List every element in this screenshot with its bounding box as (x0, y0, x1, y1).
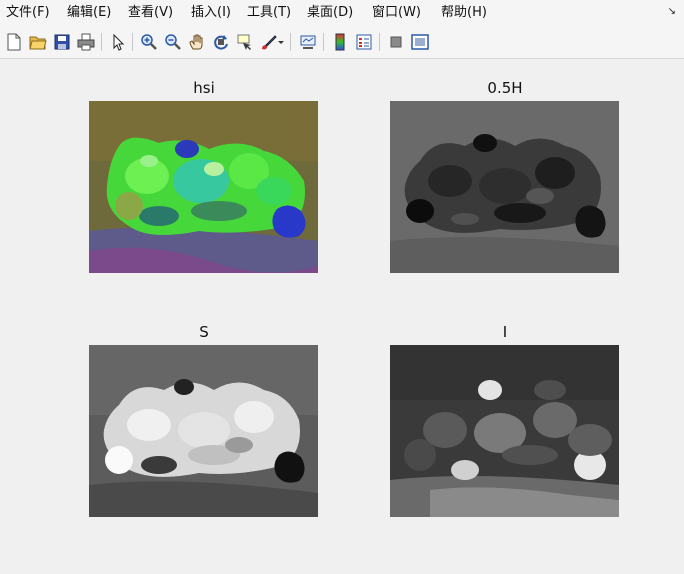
hide-plot-tools-icon[interactable] (385, 31, 407, 53)
show-plot-tools-icon[interactable] (409, 31, 431, 53)
hue-half-image (390, 101, 619, 273)
figure-canvas: hsi 0.5H S I (0, 59, 684, 574)
corner-arrow-icon[interactable]: ↘ (668, 7, 676, 17)
menu-window[interactable]: 窗口(W) (372, 5, 421, 21)
menu-help[interactable]: 帮助(H) (441, 5, 487, 21)
menu-insert[interactable]: 插入(I) (191, 5, 231, 21)
zoom-in-icon[interactable] (138, 31, 160, 53)
toolbar-separator (323, 33, 324, 51)
edit-plot-arrow-icon[interactable] (107, 31, 129, 53)
chevron-down-icon[interactable] (276, 31, 286, 53)
figure-toolbar (0, 26, 684, 59)
toolbar-separator (132, 33, 133, 51)
new-figure-icon[interactable] (3, 31, 25, 53)
menu-view[interactable]: 查看(V) (128, 5, 173, 21)
menu-bar: 文件(F) 编辑(E) 查看(V) 插入(I) 工具(T) 桌面(D) 窗口(W… (0, 0, 684, 26)
colorbar-icon[interactable] (329, 31, 351, 53)
data-cursor-icon[interactable] (234, 31, 256, 53)
rotate-3d-icon[interactable] (210, 31, 232, 53)
toolbar-separator (379, 33, 380, 51)
legend-icon[interactable] (353, 31, 375, 53)
link-plot-icon[interactable] (297, 31, 319, 53)
toolbar-separator (290, 33, 291, 51)
hsi-image (89, 101, 318, 273)
menu-tools[interactable]: 工具(T) (247, 5, 291, 21)
intensity-image (390, 345, 619, 517)
zoom-out-icon[interactable] (162, 31, 184, 53)
menu-edit[interactable]: 编辑(E) (67, 5, 111, 21)
saturation-image (89, 345, 318, 517)
pan-hand-icon[interactable] (186, 31, 208, 53)
menu-file[interactable]: 文件(F) (6, 5, 50, 21)
toolbar-separator (101, 33, 102, 51)
open-file-icon[interactable] (27, 31, 49, 53)
menu-desktop[interactable]: 桌面(D) (307, 5, 353, 21)
axes-title-0-5h: 0.5H (487, 79, 523, 97)
print-icon[interactable] (75, 31, 97, 53)
axes-title-i: I (502, 323, 508, 341)
axes-title-s: S (199, 323, 209, 341)
save-icon[interactable] (51, 31, 73, 53)
axes-title-hsi: hsi (193, 79, 215, 97)
